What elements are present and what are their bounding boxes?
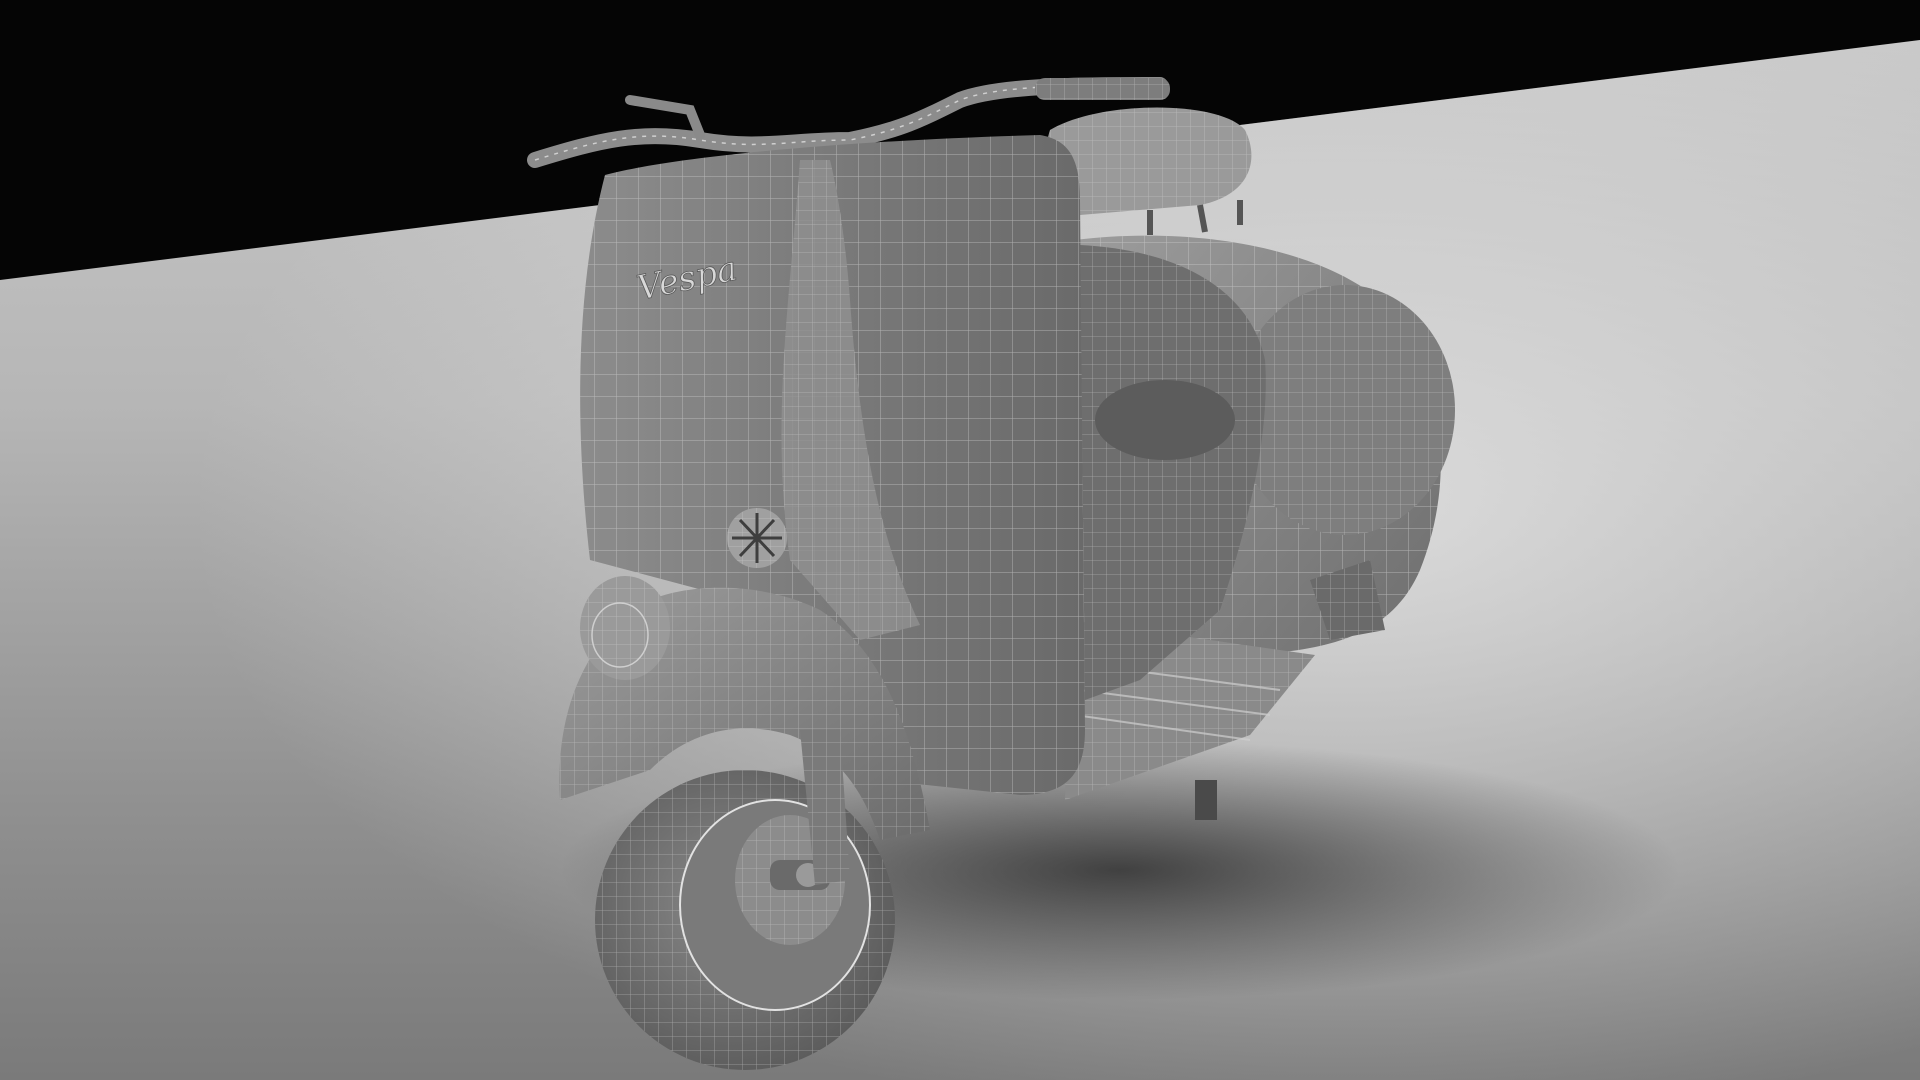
front-wheel <box>595 770 895 1070</box>
scooter-render-image: Vespa <box>0 0 1920 1080</box>
stand <box>1195 780 1217 820</box>
render-viewport: Vespa <box>0 0 1920 1080</box>
horn-cover <box>727 508 787 568</box>
headlamp <box>580 576 670 680</box>
